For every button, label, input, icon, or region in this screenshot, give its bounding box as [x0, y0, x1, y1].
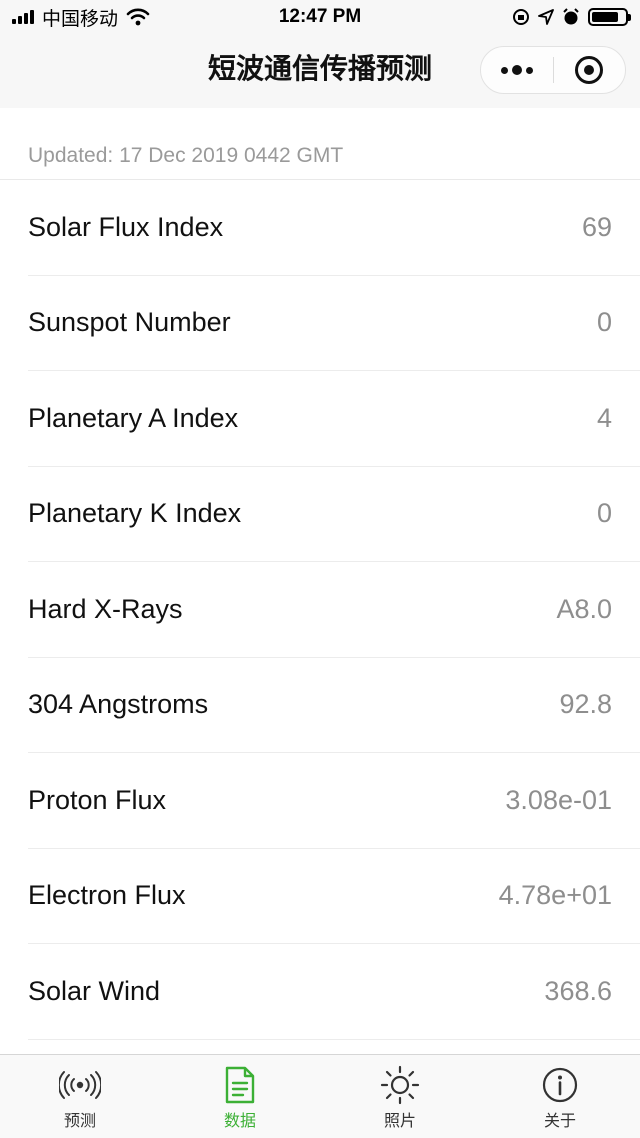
more-button[interactable] — [481, 47, 553, 93]
carrier-label: 中国移动 — [42, 8, 119, 30]
battery-icon — [588, 8, 631, 26]
tab-label: 预测 — [63, 1113, 96, 1130]
tab-label: 数据 — [223, 1113, 256, 1130]
data-list[interactable]: Updated: 17 Dec 2019 0442 GMT Solar Flux… — [0, 108, 640, 1054]
tab-data[interactable]: 数据 — [160, 1055, 320, 1138]
row-label: Proton Flux — [28, 784, 167, 815]
data-row: Hard X-Rays A8.0 — [28, 562, 640, 658]
wifi-icon — [126, 8, 150, 26]
location-arrow-icon — [538, 9, 554, 25]
row-value: 4 — [596, 402, 612, 433]
row-label: Planetary A Index — [28, 402, 239, 433]
status-left: 中国移动 — [12, 4, 150, 31]
target-icon — [575, 56, 604, 84]
tab-photos[interactable]: 照片 — [320, 1055, 480, 1138]
nav-bar: 短波通信传播预测 — [0, 34, 640, 108]
data-row: 304 Angstroms 92.8 — [28, 658, 640, 753]
data-row: Solar Wind 368.6 — [28, 944, 640, 1040]
row-label: Solar Wind — [28, 975, 161, 1006]
tab-label: 照片 — [383, 1113, 416, 1130]
row-value: A8.0 — [556, 593, 612, 624]
sun-icon — [378, 1065, 422, 1105]
row-value: 69 — [581, 211, 612, 242]
radio-waves-icon — [58, 1065, 102, 1105]
close-miniprogram-button[interactable] — [554, 47, 626, 93]
status-bar: 中国移动 12:47 PM — [0, 0, 640, 34]
row-label: Hard X-Rays — [28, 593, 183, 624]
data-row: Planetary A Index 4 — [28, 371, 640, 467]
rotation-lock-icon — [513, 9, 529, 25]
data-row: Proton Flux 3.08e-01 — [28, 753, 640, 849]
row-value: 0 — [596, 307, 612, 338]
status-right — [512, 8, 631, 26]
tab-bar: 预测 数据 照片 关于 — [0, 1054, 640, 1138]
data-row: Solar Flux Index 69 — [28, 180, 640, 276]
tab-label: 关于 — [543, 1113, 576, 1130]
data-row: Sunspot Number 0 — [28, 276, 640, 371]
more-dots-icon — [500, 65, 533, 75]
data-row: Electron Flux 4.78e+01 — [28, 849, 640, 944]
capsule-menu — [480, 46, 626, 94]
info-icon — [538, 1065, 582, 1105]
data-row: Planetary K Index 0 — [28, 467, 640, 562]
tab-forecast[interactable]: 预测 — [0, 1055, 160, 1138]
row-value: 92.8 — [559, 689, 612, 720]
document-icon — [218, 1065, 262, 1105]
updated-timestamp: Updated: 17 Dec 2019 0442 GMT — [0, 108, 640, 180]
row-label: 304 Angstroms — [28, 689, 209, 720]
row-value: 3.08e-01 — [505, 784, 612, 815]
tab-about[interactable]: 关于 — [480, 1055, 640, 1138]
row-value: 0 — [596, 498, 612, 529]
row-label: Sunspot Number — [28, 307, 231, 338]
alarm-icon — [563, 8, 579, 25]
row-label: Planetary K Index — [28, 498, 242, 529]
row-label: Electron Flux — [28, 880, 186, 911]
row-value: 4.78e+01 — [498, 880, 612, 911]
row-label: Solar Flux Index — [28, 211, 224, 242]
row-value: 368.6 — [544, 975, 612, 1006]
signal-icon — [12, 10, 34, 24]
